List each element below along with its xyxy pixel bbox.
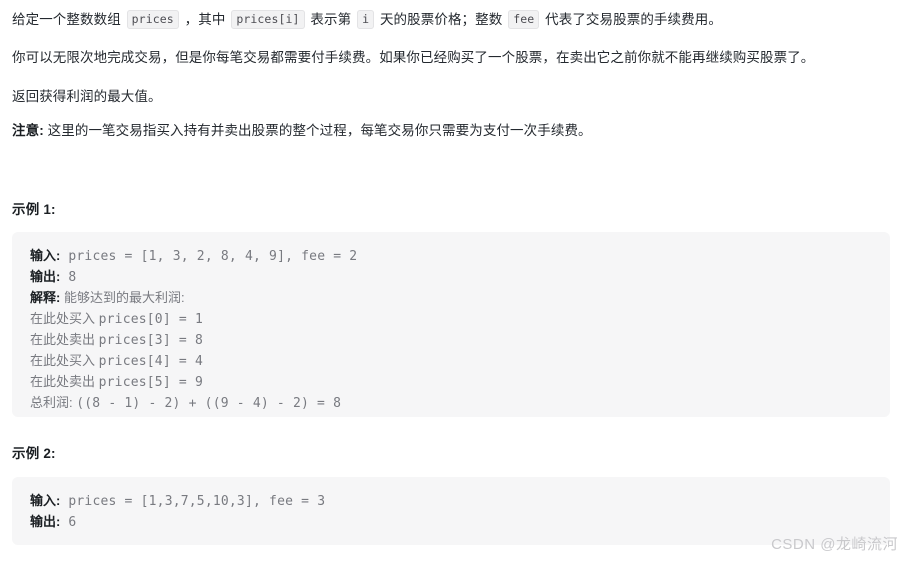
example-1-line-4-code: prices[3] = 8 bbox=[98, 333, 203, 348]
example-1-line-6-code: prices[5] = 9 bbox=[98, 375, 203, 390]
inline-code-prices-i: prices[i] bbox=[231, 10, 305, 29]
example-1-code-content: 输入: prices = [1, 3, 2, 8, 4, 9], fee = 2… bbox=[12, 246, 890, 414]
intro-segment-3: 表示第 bbox=[306, 12, 356, 27]
example-1-line-2-text: 能够达到的最大利润: bbox=[60, 290, 185, 305]
example-2-line-1-code: 6 bbox=[60, 515, 77, 530]
example-2-title: 示例 2: bbox=[12, 446, 56, 461]
example-1-line-7-text: 总利润: bbox=[30, 395, 77, 410]
example-1-line-1-label: 输出: bbox=[30, 269, 61, 284]
example-1-line-0-label: 输入: bbox=[30, 248, 61, 263]
example-1-line-7-code: ((8 - 1) - 2) + ((9 - 4) - 2) = 8 bbox=[76, 396, 342, 411]
example-1-line-6-text: 在此处卖出 bbox=[30, 374, 99, 389]
note-label: 注意: bbox=[12, 123, 44, 138]
example-2-line-0-code: prices = [1,3,7,5,10,3], fee = 3 bbox=[60, 494, 326, 509]
paragraph-note: 注意: 这里的一笔交易指买入持有并卖出股票的整个过程，每笔交易你只需要为支付一次… bbox=[12, 121, 592, 142]
example-1-line-3-text: 在此处买入 bbox=[30, 311, 99, 326]
paragraph-return-max-profit: 返回获得利润的最大值。 bbox=[12, 89, 162, 104]
problem-description-page: 给定一个整数数组 prices ，其中 prices[i] 表示第 i 天的股票… bbox=[0, 0, 912, 564]
inline-code-prices: prices bbox=[126, 10, 179, 29]
intro-segment-2: ，其中 bbox=[180, 12, 230, 27]
example-2-code-content: 输入: prices = [1,3,7,5,10,3], fee = 3 输出:… bbox=[12, 491, 890, 533]
paragraph-intro: 给定一个整数数组 prices ，其中 prices[i] 表示第 i 天的股票… bbox=[12, 10, 722, 31]
example-2-code-block: 输入: prices = [1,3,7,5,10,3], fee = 3 输出:… bbox=[12, 477, 890, 545]
example-1-line-5-code: prices[4] = 4 bbox=[98, 354, 203, 369]
csdn-watermark: CSDN @龙崎流河 bbox=[771, 536, 898, 553]
example-1-line-2-label: 解释: bbox=[30, 290, 61, 305]
example-2-line-0-label: 输入: bbox=[30, 493, 61, 508]
example-1-line-3-code: prices[0] = 1 bbox=[98, 312, 203, 327]
paragraph-unlimited-transactions: 你可以无限次地完成交易，但是你每笔交易都需要付手续费。如果你已经购买了一个股票，… bbox=[12, 50, 815, 65]
example-2-line-1-label: 输出: bbox=[30, 514, 61, 529]
example-1-code-block: 输入: prices = [1, 3, 2, 8, 4, 9], fee = 2… bbox=[12, 232, 890, 417]
inline-code-i: i bbox=[357, 10, 375, 29]
example-1-line-4-text: 在此处卖出 bbox=[30, 332, 99, 347]
example-1-title: 示例 1: bbox=[12, 202, 56, 217]
inline-code-fee: fee bbox=[508, 10, 540, 29]
intro-segment-1: 给定一个整数数组 bbox=[12, 12, 125, 27]
intro-segment-5: 代表了交易股票的手续费用。 bbox=[541, 12, 722, 27]
example-1-line-5-text: 在此处买入 bbox=[30, 353, 99, 368]
example-1-line-0-code: prices = [1, 3, 2, 8, 4, 9], fee = 2 bbox=[60, 249, 358, 264]
intro-segment-4: 天的股票价格；整数 bbox=[376, 12, 507, 27]
example-1-line-1-code: 8 bbox=[60, 270, 77, 285]
note-text: 这里的一笔交易指买入持有并卖出股票的整个过程，每笔交易你只需要为支付一次手续费。 bbox=[43, 123, 592, 138]
